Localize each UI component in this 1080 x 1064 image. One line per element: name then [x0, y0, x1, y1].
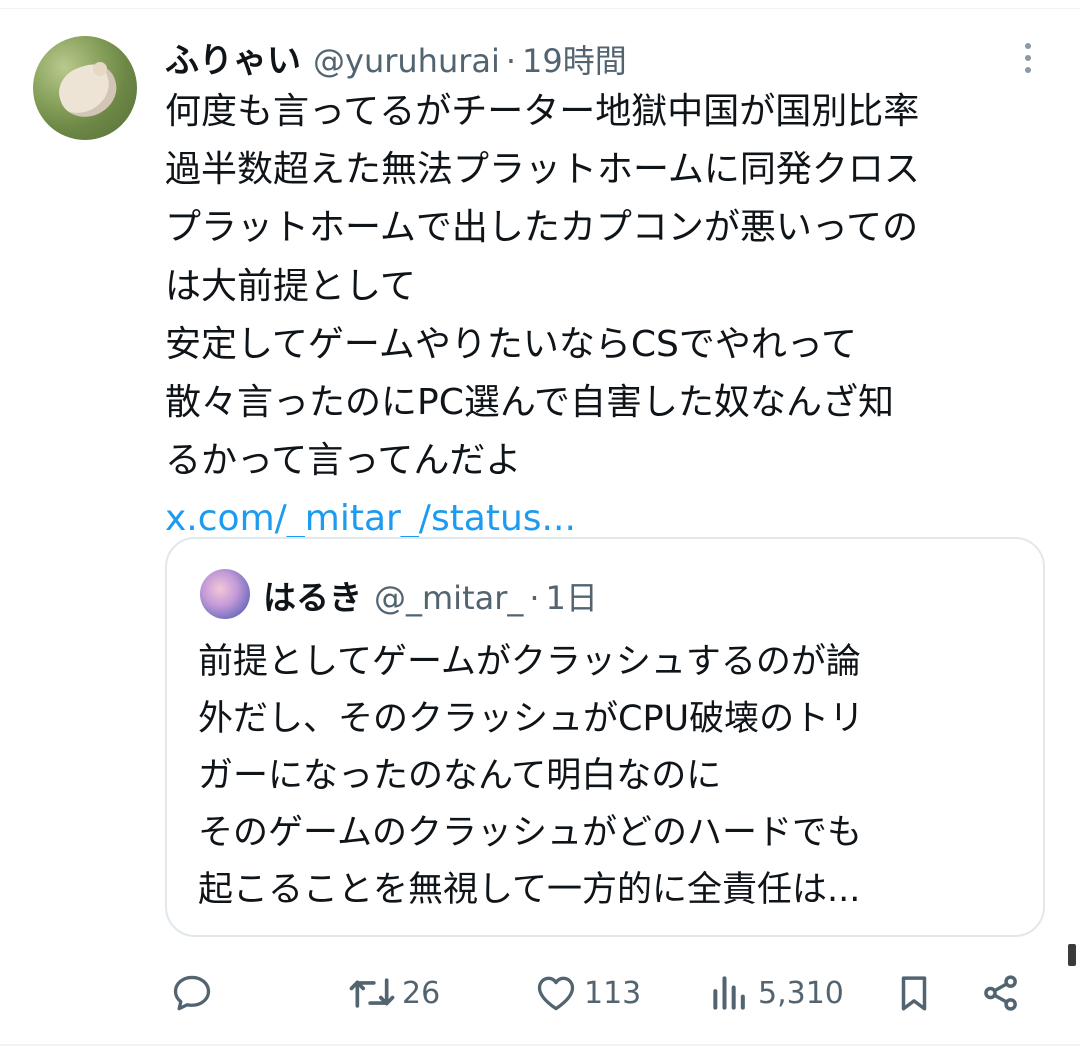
- retweet-count: 26: [402, 975, 441, 1011]
- tweet-text-line: 安定してゲームやりたいならCSでやれって: [165, 323, 858, 365]
- bookmark-icon: [901, 976, 927, 1011]
- retweet-icon: [349, 978, 395, 1008]
- views-button[interactable]: 5,310: [708, 968, 844, 1018]
- tweet-body: 何度も言ってるがチーター地獄中国が国別比率 過半数超えた無法プラットホームに同発…: [165, 83, 1065, 549]
- like-count: 113: [584, 975, 642, 1011]
- quoted-tweet-header: はるき @_mitar_ · 1日: [263, 571, 598, 619]
- author-handle[interactable]: @yuruhurai: [313, 42, 500, 80]
- tweet-text-line: 過半数超えた無法プラットホームに同発クロス: [165, 149, 920, 191]
- tweet-text-line: 何度も言ってるがチーター地獄中国が国別比率: [165, 91, 920, 132]
- share-button[interactable]: [980, 968, 1022, 1018]
- share-icon: [984, 975, 1017, 1011]
- bottom-divider: [0, 1044, 1080, 1046]
- avatar-hedgehog-image: [52, 58, 124, 124]
- reply-button[interactable]: [170, 968, 214, 1018]
- quoted-tweet-body: 前提としてゲームがクラッシュするのが論 外だし、そのクラッシュがCPU破壊のトリ…: [198, 634, 1028, 919]
- top-divider: [0, 8, 1080, 9]
- quoted-tweet-card[interactable]: はるき @_mitar_ · 1日 前提としてゲームがクラッシュするのが論 外だ…: [165, 537, 1045, 937]
- author-name[interactable]: ふりゃい: [165, 33, 301, 82]
- tweet-text-line: 散々言ったのにPC選んで自害した奴なんざ知: [165, 382, 895, 424]
- scrollbar-thumb[interactable]: [1068, 944, 1076, 966]
- more-options-icon[interactable]: [1016, 40, 1040, 76]
- like-button[interactable]: 113: [534, 968, 641, 1018]
- tweet-action-bar: 26 113 5,310: [0, 968, 1080, 1018]
- quoted-text-line: ガーになったのなんて明白なのに: [198, 756, 722, 796]
- tweet-text-line: は大前提として: [165, 265, 416, 307]
- tweet-time[interactable]: 19時間: [522, 36, 627, 82]
- views-count: 5,310: [758, 975, 844, 1011]
- reply-icon: [173, 975, 211, 1011]
- avatar-ear-detail: [93, 62, 107, 76]
- quoted-author-avatar[interactable]: [200, 569, 250, 619]
- quoted-tweet-time: 1日: [545, 579, 598, 617]
- tweet-header: ふりゃい @yuruhurai · 19時間: [165, 33, 627, 82]
- retweet-button[interactable]: 26: [348, 968, 440, 1018]
- quoted-text-line: 起こることを無視して一方的に全責任は...: [198, 870, 861, 910]
- header-separator: ·: [505, 42, 517, 80]
- quoted-header-separator: ·: [529, 579, 540, 617]
- tweet-text-line: プラットホームで出したカプコンが悪いっての: [165, 207, 919, 249]
- quoted-text-line: 外だし、そのクラッシュがCPU破壊のトリ: [198, 699, 865, 739]
- quoted-text-line: 前提としてゲームがクラッシュするのが論: [198, 642, 861, 682]
- quoted-author-name: はるき: [263, 578, 362, 617]
- heart-icon: [537, 976, 575, 1011]
- views-icon: [713, 976, 745, 1010]
- quoted-text-line: そのゲームのクラッシュがどのハードでも: [198, 813, 862, 853]
- quoted-author-handle: @_mitar_: [374, 579, 524, 617]
- bookmark-button[interactable]: [893, 968, 935, 1018]
- author-avatar[interactable]: [33, 36, 137, 140]
- tweet-text-line: るかって言ってんだよ: [165, 440, 522, 482]
